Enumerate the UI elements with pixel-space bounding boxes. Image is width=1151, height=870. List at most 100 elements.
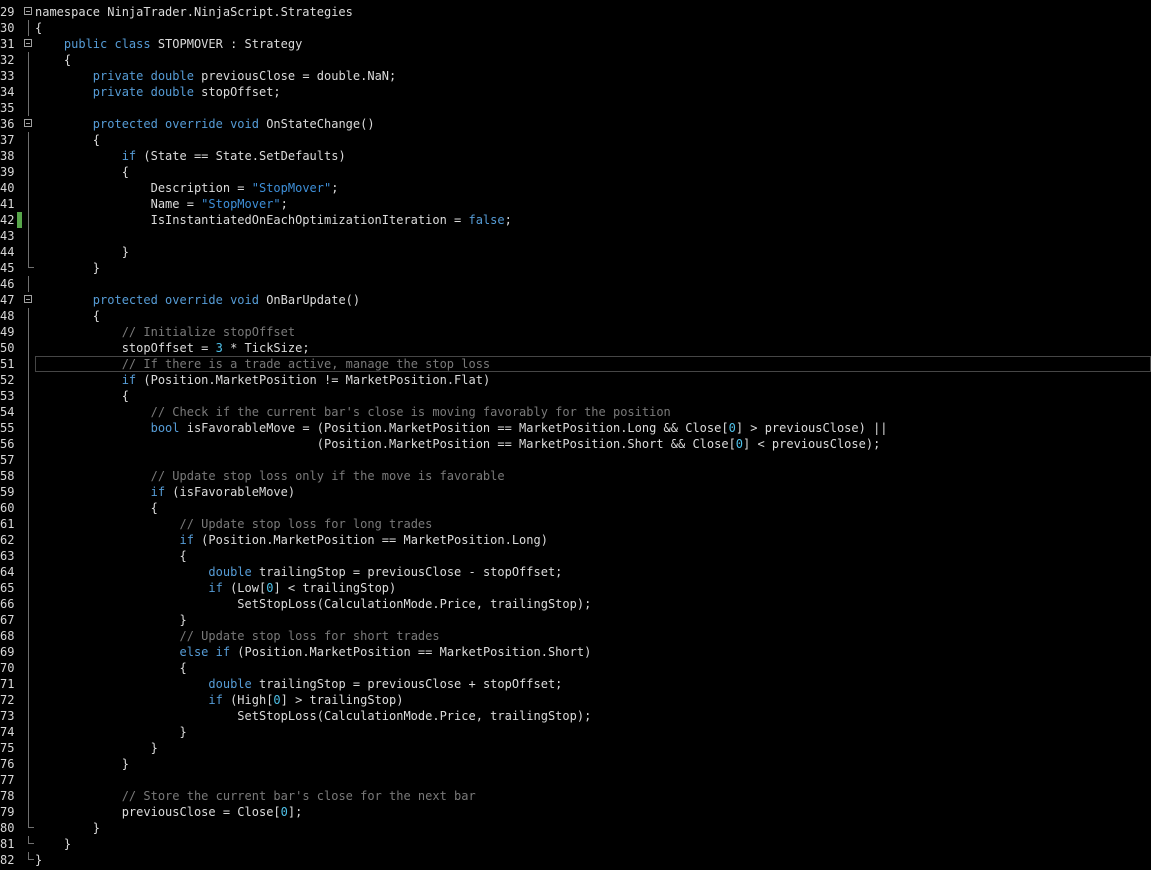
code-line[interactable]: 73 SetStopLoss(CalculationMode.Price, tr… [0,708,1151,724]
code-line[interactable]: 35 [0,100,1151,116]
code-line[interactable]: 61 // Update stop loss for long trades [0,516,1151,532]
code-text[interactable]: if (High[0] > trailingStop) [35,692,403,708]
code-text[interactable]: protected override void OnStateChange() [35,116,375,132]
code-text[interactable]: } [35,836,71,852]
code-text[interactable]: protected override void OnBarUpdate() [35,292,360,308]
code-line[interactable]: 29 namespace NinjaTrader.NinjaScript.Stra… [0,4,1151,20]
code-line[interactable]: 50 stopOffset = 3 * TickSize; [0,340,1151,356]
code-line[interactable]: 47 protected override void OnBarUpdate() [0,292,1151,308]
code-text[interactable]: // Store the current bar's close for the… [35,788,476,804]
code-line[interactable]: 60 { [0,500,1151,516]
code-line[interactable]: 37 { [0,132,1151,148]
code-text[interactable]: { [35,500,158,516]
code-text[interactable]: bool isFavorableMove = (Position.MarketP… [35,420,888,436]
code-text[interactable]: { [35,308,100,324]
code-text[interactable]: { [35,388,129,404]
code-text[interactable]: private double previousClose = double.Na… [35,68,396,84]
code-line[interactable]: 49 // Initialize stopOffset [0,324,1151,340]
code-line[interactable]: 62 if (Position.MarketPosition == Market… [0,532,1151,548]
code-text[interactable]: { [35,20,42,36]
code-text[interactable]: Description = "StopMover"; [35,180,339,196]
code-text[interactable]: // Initialize stopOffset [35,324,295,340]
code-line[interactable]: 63 { [0,548,1151,564]
code-text[interactable]: namespace NinjaTrader.NinjaScript.Strate… [35,4,353,20]
code-line[interactable]: 71 double trailingStop = previousClose +… [0,676,1151,692]
code-line[interactable]: 39 { [0,164,1151,180]
code-line[interactable]: 55 bool isFavorableMove = (Position.Mark… [0,420,1151,436]
code-line[interactable]: 57 [0,452,1151,468]
code-text[interactable]: if (Low[0] < trailingStop) [35,580,396,596]
code-line[interactable]: 34 private double stopOffset; [0,84,1151,100]
code-line[interactable]: 40 Description = "StopMover"; [0,180,1151,196]
code-line[interactable]: 33 private double previousClose = double… [0,68,1151,84]
code-text[interactable]: } [35,724,186,740]
code-text[interactable]: { [35,52,71,68]
code-text[interactable]: } [35,852,42,868]
code-line[interactable]: 54 // Check if the current bar's close i… [0,404,1151,420]
code-line[interactable]: 44 } [0,244,1151,260]
code-text[interactable]: } [35,260,100,276]
collapse-icon[interactable] [24,119,32,127]
code-text[interactable]: if (isFavorableMove) [35,484,296,500]
collapse-icon[interactable] [24,295,32,303]
code-line[interactable]: 42 IsInstantiatedOnEachOptimizationItera… [0,212,1151,228]
code-text[interactable]: { [35,660,186,676]
code-line[interactable]: 41 Name = "StopMover"; [0,196,1151,212]
code-line[interactable]: 31 public class STOPMOVER : Strategy [0,36,1151,52]
code-text[interactable]: (Position.MarketPosition == MarketPositi… [35,436,881,452]
code-line[interactable]: 45 } [0,260,1151,276]
code-line[interactable]: 81 } [0,836,1151,852]
code-line[interactable]: 74 } [0,724,1151,740]
code-text[interactable]: } [35,740,158,756]
code-line[interactable]: 69 else if (Position.MarketPosition == M… [0,644,1151,660]
code-text[interactable]: stopOffset = 3 * TickSize; [35,340,310,356]
code-text[interactable]: { [35,548,186,564]
code-line[interactable]: 48 { [0,308,1151,324]
code-text[interactable]: SetStopLoss(CalculationMode.Price, trail… [35,708,591,724]
code-line[interactable]: 66 SetStopLoss(CalculationMode.Price, tr… [0,596,1151,612]
code-line[interactable]: 75 } [0,740,1151,756]
code-line[interactable]: 72 if (High[0] > trailingStop) [0,692,1151,708]
code-text[interactable]: } [35,756,129,772]
code-text[interactable]: { [35,164,129,180]
code-text[interactable]: { [35,132,100,148]
code-text[interactable]: if (Position.MarketPosition == MarketPos… [35,532,548,548]
code-text[interactable]: else if (Position.MarketPosition == Mark… [35,644,592,660]
code-line[interactable]: 82} [0,852,1151,868]
code-line[interactable]: 58 // Update stop loss only if the move … [0,468,1151,484]
code-line[interactable]: 53 { [0,388,1151,404]
code-text[interactable]: // Update stop loss only if the move is … [35,468,505,484]
collapse-icon[interactable] [24,39,32,47]
code-line[interactable]: 59 if (isFavorableMove) [0,484,1151,500]
code-text[interactable]: } [35,820,100,836]
code-text[interactable]: IsInstantiatedOnEachOptimizationIteratio… [35,212,512,228]
code-line[interactable]: 51 // If there is a trade active, manage… [0,356,1151,372]
code-text[interactable]: // Update stop loss for short trades [35,628,440,644]
collapse-icon[interactable] [24,7,32,15]
code-line[interactable]: 30 { [0,20,1151,36]
code-line[interactable]: 46 [0,276,1151,292]
code-line[interactable]: 56 (Position.MarketPosition == MarketPos… [0,436,1151,452]
code-text[interactable]: Name = "StopMover"; [35,196,288,212]
code-text[interactable]: previousClose = Close[0]; [35,804,303,820]
code-line[interactable]: 68 // Update stop loss for short trades [0,628,1151,644]
code-line[interactable]: 43 [0,228,1151,244]
code-line[interactable]: 38 if (State == State.SetDefaults) [0,148,1151,164]
code-editor[interactable]: 29 namespace NinjaTrader.NinjaScript.Stra… [0,0,1151,870]
code-text[interactable]: public class STOPMOVER : Strategy [35,36,302,52]
code-text[interactable]: if (Position.MarketPosition != MarketPos… [35,372,490,388]
code-line[interactable]: 80 } [0,820,1151,836]
code-text[interactable]: } [35,612,186,628]
code-text[interactable]: // Check if the current bar's close is m… [35,404,671,420]
code-line[interactable]: 70 { [0,660,1151,676]
code-text[interactable]: SetStopLoss(CalculationMode.Price, trail… [35,596,591,612]
code-text[interactable]: // Update stop loss for long trades [35,516,433,532]
code-text[interactable]: double trailingStop = previousClose - st… [35,564,562,580]
code-line[interactable]: 79 previousClose = Close[0]; [0,804,1151,820]
code-text[interactable]: double trailingStop = previousClose + st… [35,676,562,692]
code-line[interactable]: 78 // Store the current bar's close for … [0,788,1151,804]
code-text[interactable]: if (State == State.SetDefaults) [35,148,346,164]
code-line[interactable]: 36 protected override void OnStateChange… [0,116,1151,132]
code-line[interactable]: 67 } [0,612,1151,628]
code-line[interactable]: 52 if (Position.MarketPosition != Market… [0,372,1151,388]
